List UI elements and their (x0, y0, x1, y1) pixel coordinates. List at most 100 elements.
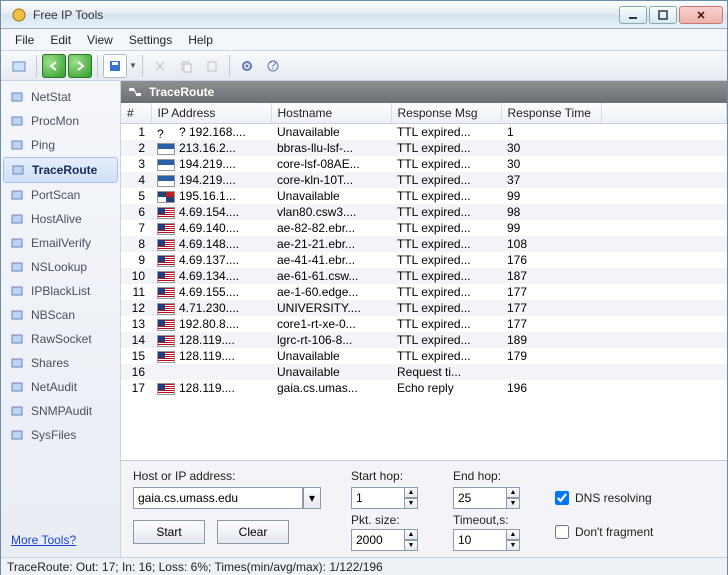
col-time[interactable]: Response Time (501, 103, 601, 124)
fragment-checkbox[interactable] (555, 525, 569, 539)
cell-host: ae-21-21.ebr... (271, 236, 391, 252)
start-button[interactable]: Start (133, 520, 205, 544)
close-button[interactable] (679, 6, 723, 24)
cell-host: core-lsf-08AE... (271, 156, 391, 172)
flag-icon (157, 191, 175, 203)
save-button[interactable] (103, 54, 127, 78)
table-row[interactable]: 16UnavailableRequest ti... (121, 364, 727, 380)
timeout-up[interactable]: ▲ (506, 529, 520, 540)
table-row[interactable]: 2213.16.2...bbras-llu-lsf-...TTL expired… (121, 140, 727, 156)
table-row[interactable]: 13192.80.8....core1-rt-xe-0...TTL expire… (121, 316, 727, 332)
start-hop-down[interactable]: ▼ (404, 498, 418, 509)
table-row[interactable]: 5195.16.1...UnavailableTTL expired...99 (121, 188, 727, 204)
cell-ip: 4.69.134.... (151, 268, 271, 284)
sidebar-icon (9, 331, 25, 347)
menu-file[interactable]: File (7, 31, 42, 49)
cell-time: 179 (501, 348, 601, 364)
sidebar-item-rawsocket[interactable]: RawSocket (3, 327, 118, 351)
table-row[interactable]: 94.69.137....ae-41-41.ebr...TTL expired.… (121, 252, 727, 268)
sidebar-item-traceroute[interactable]: TraceRoute (3, 157, 118, 183)
dns-checkbox-row[interactable]: DNS resolving (555, 491, 715, 505)
table-row[interactable]: 114.69.155....ae-1-60.edge...TTL expired… (121, 284, 727, 300)
menu-edit[interactable]: Edit (42, 31, 79, 49)
timeout-down[interactable]: ▼ (506, 540, 520, 551)
menu-view[interactable]: View (79, 31, 121, 49)
table-row[interactable]: 64.69.154....vlan80.csw3....TTL expired.… (121, 204, 727, 220)
table-row[interactable]: 15128.119....UnavailableTTL expired...17… (121, 348, 727, 364)
cell-ip: 128.119.... (151, 332, 271, 348)
host-dropdown-icon[interactable]: ▾ (303, 487, 321, 509)
table-row[interactable]: 3194.219....core-lsf-08AE...TTL expired.… (121, 156, 727, 172)
cell-ip: 192.80.8.... (151, 316, 271, 332)
sidebar-item-snmpaudit[interactable]: SNMPAudit (3, 399, 118, 423)
paste-icon[interactable] (200, 54, 224, 78)
sidebar-item-nslookup[interactable]: NSLookup (3, 255, 118, 279)
flag-icon (157, 255, 175, 267)
start-hop-up[interactable]: ▲ (404, 487, 418, 498)
help-icon[interactable]: ? (261, 54, 285, 78)
start-hop-input[interactable] (351, 487, 405, 509)
forward-button[interactable] (68, 54, 92, 78)
copy-icon[interactable] (174, 54, 198, 78)
minimize-button[interactable] (619, 6, 647, 24)
menu-help[interactable]: Help (180, 31, 221, 49)
col-host[interactable]: Hostname (271, 103, 391, 124)
clear-button[interactable]: Clear (217, 520, 289, 544)
cell-msg: TTL expired... (391, 172, 501, 188)
home-icon[interactable] (7, 54, 31, 78)
sidebar-item-netstat[interactable]: NetStat (3, 85, 118, 109)
table-row[interactable]: 104.69.134....ae-61-61.csw...TTL expired… (121, 268, 727, 284)
table-row[interactable]: 4194.219....core-kln-10T...TTL expired..… (121, 172, 727, 188)
gear-icon[interactable] (235, 54, 259, 78)
col-msg[interactable]: Response Msg (391, 103, 501, 124)
end-hop-down[interactable]: ▼ (506, 498, 520, 509)
end-hop-input[interactable] (453, 487, 507, 509)
cell-n: 14 (121, 332, 151, 348)
maximize-button[interactable] (649, 6, 677, 24)
timeout-input[interactable] (453, 529, 507, 551)
sidebar-item-netaudit[interactable]: NetAudit (3, 375, 118, 399)
end-hop-up[interactable]: ▲ (506, 487, 520, 498)
pkt-up[interactable]: ▲ (404, 529, 418, 540)
sidebar-item-label: IPBlackList (31, 284, 90, 298)
table-row[interactable]: 74.69.140....ae-82-82.ebr...TTL expired.… (121, 220, 727, 236)
sidebar-item-sysfiles[interactable]: SysFiles (3, 423, 118, 447)
pkt-down[interactable]: ▼ (404, 540, 418, 551)
sidebar-item-nbscan[interactable]: NBScan (3, 303, 118, 327)
table-row[interactable]: 84.69.148....ae-21-21.ebr...TTL expired.… (121, 236, 727, 252)
sidebar-item-ping[interactable]: Ping (3, 133, 118, 157)
back-button[interactable] (42, 54, 66, 78)
cell-host: UNIVERSITY.... (271, 300, 391, 316)
col-ip[interactable]: IP Address (151, 103, 271, 124)
dns-checkbox[interactable] (555, 491, 569, 505)
cell-time: 196 (501, 380, 601, 396)
flag-icon (157, 383, 175, 395)
sidebar-item-portscan[interactable]: PortScan (3, 183, 118, 207)
sidebar-item-ipblacklist[interactable]: IPBlackList (3, 279, 118, 303)
cell-host: lgrc-rt-106-8... (271, 332, 391, 348)
table-row[interactable]: 14128.119....lgrc-rt-106-8...TTL expired… (121, 332, 727, 348)
save-dropdown-icon[interactable]: ▼ (129, 61, 137, 70)
sidebar-item-procmon[interactable]: ProcMon (3, 109, 118, 133)
cell-n: 11 (121, 284, 151, 300)
sidebar-item-emailverify[interactable]: EmailVerify (3, 231, 118, 255)
cell-ip: 213.16.2... (151, 140, 271, 156)
cell-ip: 4.69.155.... (151, 284, 271, 300)
flag-icon (157, 335, 175, 347)
menu-settings[interactable]: Settings (121, 31, 180, 49)
table-row[interactable]: 17128.119....gaia.cs.umas...Echo reply19… (121, 380, 727, 396)
cell-n: 5 (121, 188, 151, 204)
more-tools-link[interactable]: More Tools? (3, 527, 118, 553)
sidebar-item-label: EmailVerify (31, 236, 91, 250)
sidebar-icon (9, 137, 25, 153)
cut-icon[interactable] (148, 54, 172, 78)
host-input[interactable] (133, 487, 303, 509)
sidebar-item-shares[interactable]: Shares (3, 351, 118, 375)
sidebar-item-label: NetAudit (31, 380, 77, 394)
table-row[interactable]: 1?? 192.168....UnavailableTTL expired...… (121, 124, 727, 141)
fragment-checkbox-row[interactable]: Don't fragment (555, 525, 715, 539)
sidebar-item-hostalive[interactable]: HostAlive (3, 207, 118, 231)
pkt-size-input[interactable] (351, 529, 405, 551)
col-number[interactable]: # (121, 103, 151, 124)
table-row[interactable]: 124.71.230....UNIVERSITY....TTL expired.… (121, 300, 727, 316)
